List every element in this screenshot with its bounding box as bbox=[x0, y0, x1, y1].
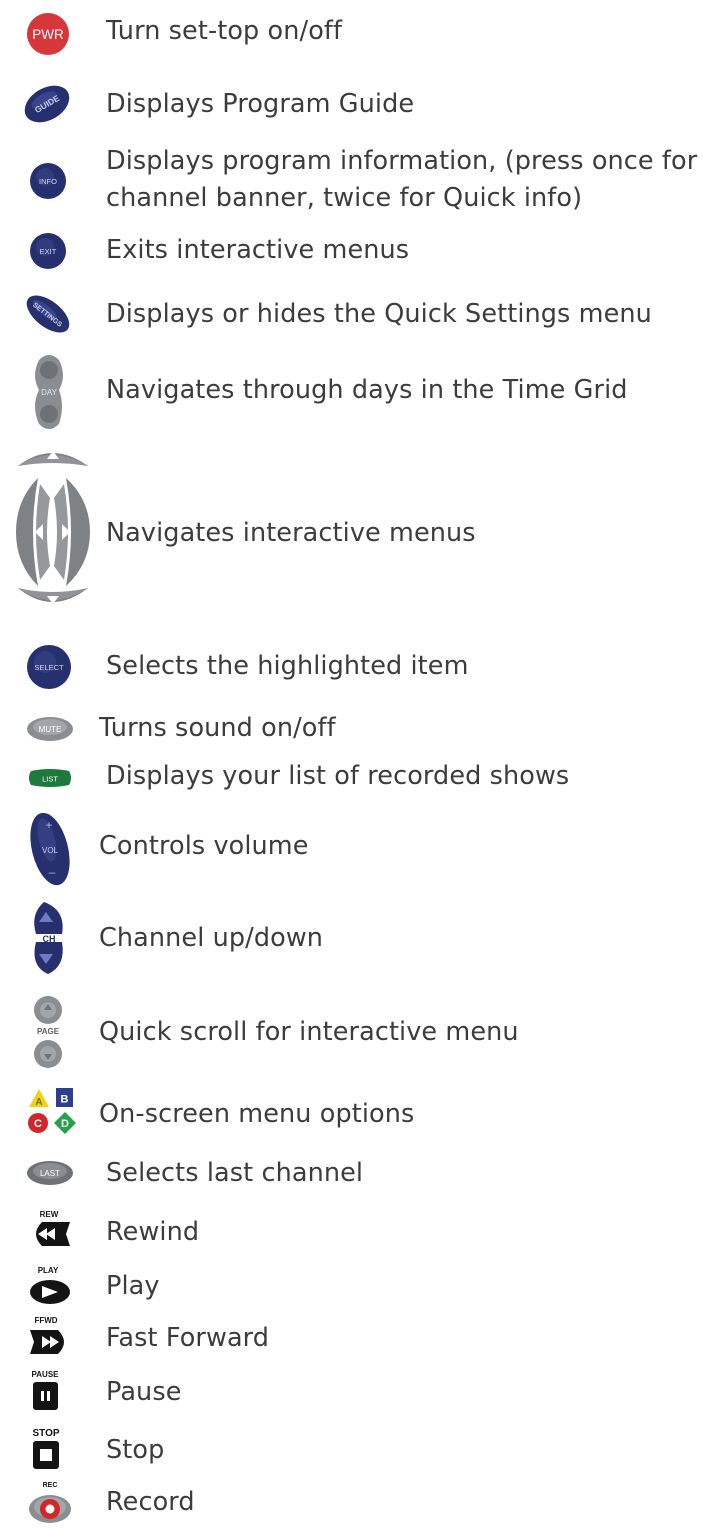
legend-row-settings: SETTINGS Displays or hides the Quick Set… bbox=[0, 288, 703, 342]
svg-text:C: C bbox=[34, 1118, 42, 1130]
day-rocker-icon: DAY bbox=[31, 354, 111, 430]
record-button-icon: REC bbox=[28, 1478, 108, 1526]
arrow-pad-icon bbox=[14, 440, 94, 616]
channel-rocker-icon: CH bbox=[26, 900, 106, 976]
settings-button-icon: SETTINGS bbox=[22, 292, 102, 336]
play-button-icon: PLAY bbox=[28, 1264, 108, 1308]
stop-button-label: STOP bbox=[32, 1428, 59, 1439]
item-description: Turns sound on/off bbox=[99, 713, 336, 743]
abcd-buttons-icon: A B C D bbox=[26, 1086, 106, 1136]
svg-text:D: D bbox=[61, 1118, 69, 1130]
legend-row-info: INFO Displays program information, (pres… bbox=[0, 140, 703, 220]
item-description: Selects last channel bbox=[106, 1158, 364, 1188]
item-description: Pause bbox=[106, 1377, 182, 1407]
legend-row-power: PWR Turn set-top on/off bbox=[0, 0, 703, 66]
legend-row-rewind: REW Rewind bbox=[0, 1204, 703, 1258]
exit-button-label: EXIT bbox=[40, 247, 57, 256]
legend-row-channel: CH Channel up/down bbox=[0, 900, 703, 980]
svg-text:B: B bbox=[61, 1094, 69, 1106]
exit-button-icon: EXIT bbox=[29, 232, 109, 270]
legend-row-arrows: Navigates interactive menus bbox=[0, 440, 703, 616]
list-button-icon: LIST bbox=[27, 768, 107, 788]
fast-forward-button-icon: FFWD bbox=[28, 1314, 108, 1362]
item-description: Quick scroll for interactive menu bbox=[99, 1017, 519, 1047]
legend-row-play: PLAY Play bbox=[0, 1262, 703, 1312]
legend-row-select: SELECT Selects the highlighted item bbox=[0, 636, 703, 696]
item-description: Displays your list of recorded shows bbox=[106, 761, 570, 791]
pause-button-icon: PAUSE bbox=[30, 1368, 110, 1418]
item-description: On-screen menu options bbox=[99, 1099, 415, 1129]
item-description: Selects the highlighted item bbox=[106, 651, 469, 681]
legend-row-fast-forward: FFWD Fast Forward bbox=[0, 1312, 703, 1366]
play-button-label: PLAY bbox=[38, 1266, 59, 1275]
power-button-label: PWR bbox=[32, 27, 64, 42]
legend-row-pause: PAUSE Pause bbox=[0, 1366, 703, 1422]
item-description: Turn set-top on/off bbox=[106, 16, 343, 46]
legend-row-abcd: A B C D On-screen menu options bbox=[0, 1084, 703, 1140]
mute-button-icon: MUTE bbox=[26, 716, 106, 742]
svg-text:+: + bbox=[45, 818, 52, 832]
stop-button-icon: STOP bbox=[30, 1426, 110, 1476]
day-rocker-label: DAY bbox=[41, 388, 58, 397]
item-description: Rewind bbox=[106, 1217, 200, 1247]
power-button-icon: PWR bbox=[26, 12, 106, 56]
legend-row-list: LIST Displays your list of recorded show… bbox=[0, 756, 703, 802]
item-description: Navigates through days in the Time Grid bbox=[106, 375, 628, 405]
pause-button-label: PAUSE bbox=[32, 1370, 60, 1379]
page-rocker-label: PAGE bbox=[37, 1027, 60, 1036]
mute-button-label: MUTE bbox=[39, 725, 62, 734]
last-button-icon: LAST bbox=[26, 1160, 106, 1186]
legend-row-page: PAGE Quick scroll for interactive menu bbox=[0, 992, 703, 1072]
legend-row-volume: + VOL – Controls volume bbox=[0, 808, 703, 888]
legend-row-guide: GUIDE Displays Program Guide bbox=[0, 80, 703, 130]
svg-text:A: A bbox=[35, 1097, 42, 1108]
fast-forward-button-label: FFWD bbox=[34, 1316, 57, 1325]
rewind-button-label: REW bbox=[40, 1210, 59, 1219]
svg-text:–: – bbox=[49, 865, 56, 879]
item-description: Channel up/down bbox=[99, 923, 324, 953]
item-description: Displays Program Guide bbox=[106, 89, 415, 119]
item-description: Controls volume bbox=[99, 831, 309, 861]
channel-rocker-label: CH bbox=[43, 934, 56, 944]
item-description: Displays or hides the Quick Settings men… bbox=[106, 299, 652, 329]
item-description: Play bbox=[106, 1271, 160, 1301]
last-button-label: LAST bbox=[40, 1169, 60, 1178]
list-button-label: LIST bbox=[42, 775, 58, 784]
legend-row-stop: STOP Stop bbox=[0, 1422, 703, 1478]
item-description: Displays program information, (press onc… bbox=[106, 146, 698, 213]
info-button-label: INFO bbox=[39, 177, 57, 186]
info-button-icon: INFO bbox=[29, 162, 109, 200]
legend-row-day: DAY Navigates through days in the Time G… bbox=[0, 348, 703, 436]
select-button-icon: SELECT bbox=[26, 644, 106, 690]
legend-row-mute: MUTE Turns sound on/off bbox=[0, 706, 703, 752]
item-description: Navigates interactive menus bbox=[106, 518, 476, 548]
select-button-label: SELECT bbox=[34, 663, 64, 672]
page-rocker-icon: PAGE bbox=[30, 994, 110, 1070]
item-description: Record bbox=[106, 1487, 195, 1517]
rewind-button-icon: REW bbox=[28, 1208, 108, 1252]
volume-rocker-icon: + VOL – bbox=[26, 810, 106, 888]
item-description: Exits interactive menus bbox=[106, 235, 410, 265]
item-description: Fast Forward bbox=[106, 1323, 270, 1353]
item-description: Stop bbox=[106, 1435, 165, 1465]
guide-button-icon: GUIDE bbox=[22, 82, 102, 126]
legend-row-last: LAST Selects last channel bbox=[0, 1148, 703, 1198]
legend-row-record: REC Record bbox=[0, 1478, 703, 1528]
volume-rocker-label: VOL bbox=[42, 846, 59, 855]
legend-row-exit: EXIT Exits interactive menus bbox=[0, 224, 703, 278]
record-button-label: REC bbox=[43, 1482, 58, 1489]
